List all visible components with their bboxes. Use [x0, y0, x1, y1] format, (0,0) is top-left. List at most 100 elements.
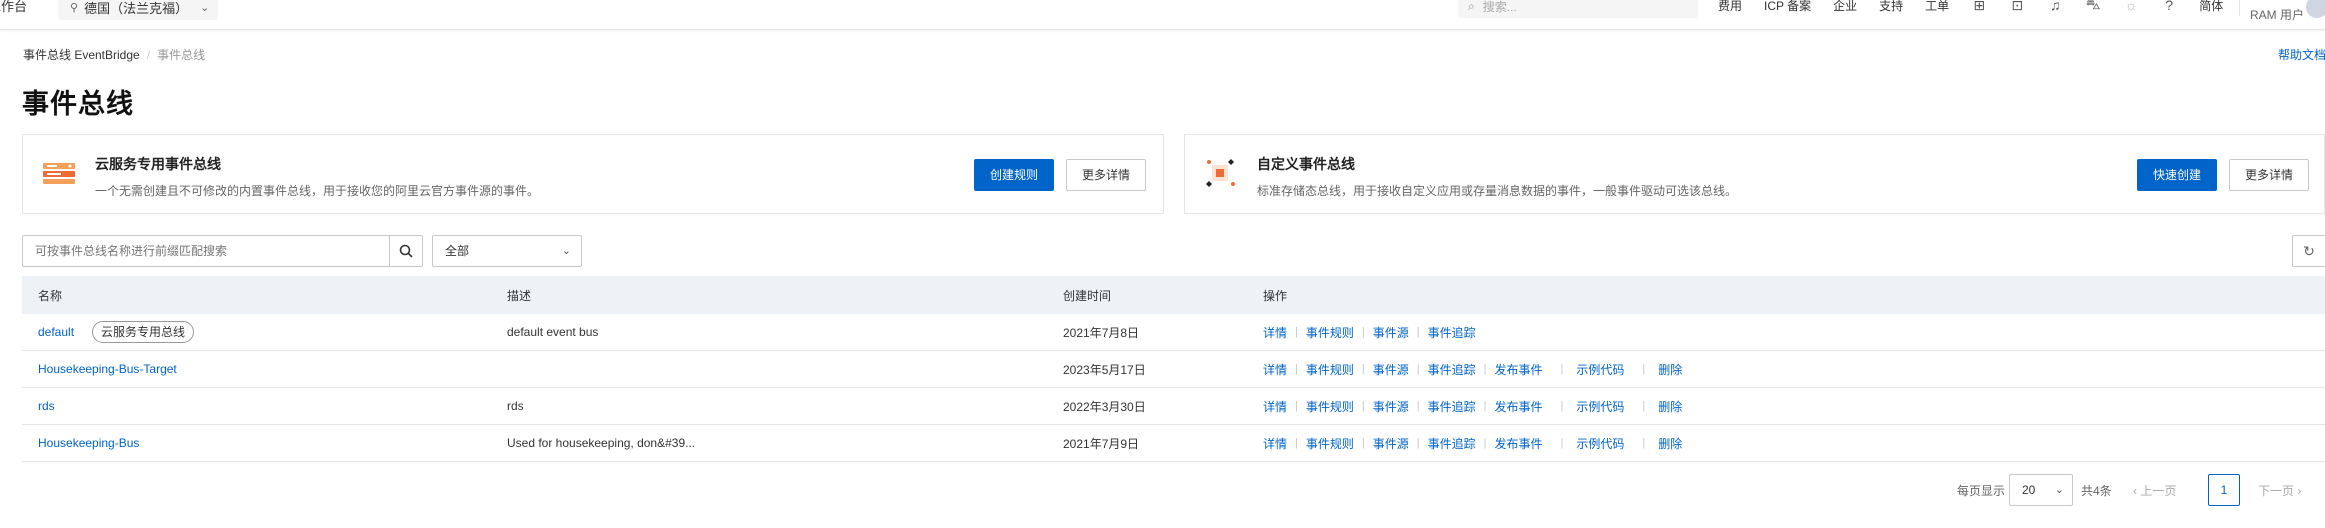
lightbulb-icon[interactable]: ☼	[2123, 0, 2139, 13]
more-details-button[interactable]: 更多详情	[1066, 159, 1146, 191]
sources-link[interactable]: 事件源	[1373, 398, 1409, 415]
search-button[interactable]	[389, 235, 423, 267]
more-details-button[interactable]: 更多详情	[2229, 159, 2309, 191]
region-label: 德国（法兰克福）	[84, 0, 189, 16]
ram-user-label[interactable]: RAM 用户	[2250, 6, 2304, 23]
header-ops: 操作	[1263, 288, 1288, 303]
page-number-current[interactable]: 1	[2208, 474, 2240, 506]
custom-bus-card: 自定义事件总线 标准存储态总线，用于接收自定义应用或存量消息数据的事件，一般事件…	[1184, 134, 2325, 214]
trace-link[interactable]: 事件追踪	[1428, 435, 1476, 452]
detail-link[interactable]: 详情	[1263, 324, 1287, 341]
trace-link[interactable]: 事件追踪	[1428, 324, 1476, 341]
help-icon[interactable]: ?	[2161, 0, 2177, 13]
chevron-down-icon: ⌄	[561, 245, 571, 257]
terminal-icon[interactable]: ⊡	[2009, 0, 2025, 14]
cart-icon[interactable]: ⛍	[2085, 0, 2101, 15]
sources-link[interactable]: 事件源	[1373, 435, 1409, 452]
publish-event-link[interactable]: 发布事件	[1495, 435, 1543, 452]
trace-link[interactable]: 事件追踪	[1428, 398, 1476, 415]
table-row: Housekeeping-Bus Used for housekeeping, …	[22, 425, 2325, 462]
bus-name-link[interactable]: rds	[38, 399, 55, 413]
card-description: 标准存储态总线，用于接收自定义应用或存量消息数据的事件，一般事件驱动可选该总线。	[1257, 184, 1738, 198]
location-icon: ⚲	[70, 1, 79, 14]
nav-icp[interactable]: ICP 备案	[1764, 0, 1811, 14]
card-description: 一个无需创建且不可修改的内置事件总线，用于接收您的阿里云官方事件源的事件。	[95, 184, 540, 198]
chevron-down-icon: ⌄	[2054, 484, 2064, 496]
delete-link[interactable]: 删除	[1658, 435, 1682, 452]
trace-link[interactable]: 事件追踪	[1428, 361, 1476, 378]
global-search[interactable]: ⌕ 搜索...	[1458, 0, 1698, 18]
per-page-label: 每页显示	[1957, 484, 2006, 498]
bus-desc: rds	[507, 399, 524, 413]
language-switch[interactable]: 简体	[2199, 0, 2223, 14]
delete-link[interactable]: 删除	[1658, 361, 1682, 378]
search-icon: ⌕	[1468, 0, 1475, 13]
bus-name-link[interactable]: default	[38, 325, 74, 339]
table-row: default 云服务专用总线 default event bus 2021年7…	[22, 314, 2325, 351]
refresh-icon: ↻	[2303, 242, 2315, 259]
create-rule-button[interactable]: 创建规则	[974, 159, 1054, 191]
header-desc: 描述	[507, 288, 532, 303]
type-filter-value: 全部	[445, 244, 470, 258]
bus-search-input[interactable]	[22, 235, 390, 267]
detail-link[interactable]: 详情	[1263, 398, 1287, 415]
row-actions: 详情 | 事件规则 | 事件源 | 事件追踪 | 发布事件 | 示例代码 | 删除	[1263, 361, 1683, 378]
nav-support[interactable]: 支持	[1879, 0, 1903, 14]
sample-code-link[interactable]: 示例代码	[1576, 435, 1624, 452]
prev-page-button[interactable]: ‹ 上一页	[2133, 482, 2176, 499]
next-page-button[interactable]: 下一页 ›	[2258, 482, 2301, 499]
nav-enterprise[interactable]: 企业	[1833, 0, 1857, 14]
sources-link[interactable]: 事件源	[1373, 361, 1409, 378]
detail-link[interactable]: 详情	[1263, 435, 1287, 452]
nav-ticket[interactable]: 工单	[1925, 0, 1949, 14]
event-bus-table: 名称 描述 创建时间 操作 default 云服务专用总线 default ev…	[22, 276, 2325, 462]
publish-event-link[interactable]: 发布事件	[1495, 398, 1543, 415]
publish-event-link[interactable]: 发布事件	[1495, 361, 1543, 378]
bus-created: 2023年5月17日	[1063, 362, 1146, 377]
rules-link[interactable]: 事件规则	[1306, 361, 1354, 378]
page-size-select[interactable]: 20 ⌄	[2009, 474, 2073, 506]
global-search-placeholder: 搜索...	[1482, 0, 1517, 14]
header-name: 名称	[38, 288, 63, 303]
help-doc-link[interactable]: 帮助文档	[2278, 46, 2325, 63]
breadcrumb-root[interactable]: 事件总线 EventBridge	[23, 48, 140, 62]
sample-code-link[interactable]: 示例代码	[1576, 398, 1624, 415]
breadcrumb: 事件总线 EventBridge / 事件总线	[23, 46, 205, 63]
rules-link[interactable]: 事件规则	[1306, 324, 1354, 341]
prev-page-label: 上一页	[2140, 484, 2177, 498]
rules-link[interactable]: 事件规则	[1306, 435, 1354, 452]
avatar[interactable]	[2306, 0, 2325, 18]
nav-divider	[2239, 0, 2241, 16]
chevron-down-icon: ⌄	[200, 1, 210, 14]
table-row: rds rds 2022年3月30日 详情 | 事件规则 | 事件源 | 事件追踪 | …	[22, 388, 2325, 425]
delete-link[interactable]: 删除	[1658, 398, 1682, 415]
row-actions: 详情 | 事件规则 | 事件源 | 事件追踪 | 发布事件 | 示例代码 | 删除	[1263, 435, 1683, 452]
bell-icon[interactable]: ♫	[2047, 0, 2063, 13]
page-size-value: 20	[2022, 483, 2036, 497]
chevron-left-icon: ‹	[2133, 484, 2137, 498]
table-header: 名称 描述 创建时间 操作	[22, 276, 2325, 314]
bus-name-link[interactable]: Housekeeping-Bus-Target	[38, 362, 177, 376]
card-title: 自定义事件总线	[1257, 156, 1355, 172]
cloud-bus-icon	[43, 163, 75, 184]
nav-billing[interactable]: 费用	[1718, 0, 1742, 14]
chevron-right-icon: ›	[2297, 484, 2302, 498]
region-selector[interactable]: ⚲ 德国（法兰克福） ⌄	[58, 0, 218, 20]
quick-create-button[interactable]: 快速创建	[2137, 159, 2217, 191]
row-actions: 详情 | 事件规则 | 事件源 | 事件追踪 | 发布事件 | 示例代码 | 删除	[1263, 398, 1683, 415]
detail-link[interactable]: 详情	[1263, 361, 1287, 378]
type-filter-select[interactable]: 全部 ⌄	[432, 235, 582, 267]
refresh-button[interactable]: ↻	[2292, 235, 2325, 267]
sample-code-link[interactable]: 示例代码	[1576, 361, 1624, 378]
breadcrumb-current: 事件总线	[157, 48, 206, 62]
workbench-link[interactable]: 工作台	[0, 0, 27, 14]
bus-created: 2021年7月9日	[1063, 436, 1140, 451]
bus-name-link[interactable]: Housekeeping-Bus	[38, 436, 139, 450]
search-icon	[399, 244, 413, 258]
bus-created: 2021年7月8日	[1063, 325, 1140, 340]
sources-link[interactable]: 事件源	[1373, 324, 1409, 341]
total-count: 共4条	[2081, 484, 2112, 498]
grid-icon[interactable]: ⊞	[1971, 0, 1987, 14]
rules-link[interactable]: 事件规则	[1306, 398, 1354, 415]
table-row: Housekeeping-Bus-Target 2023年5月17日 详情 | 事…	[22, 351, 2325, 388]
